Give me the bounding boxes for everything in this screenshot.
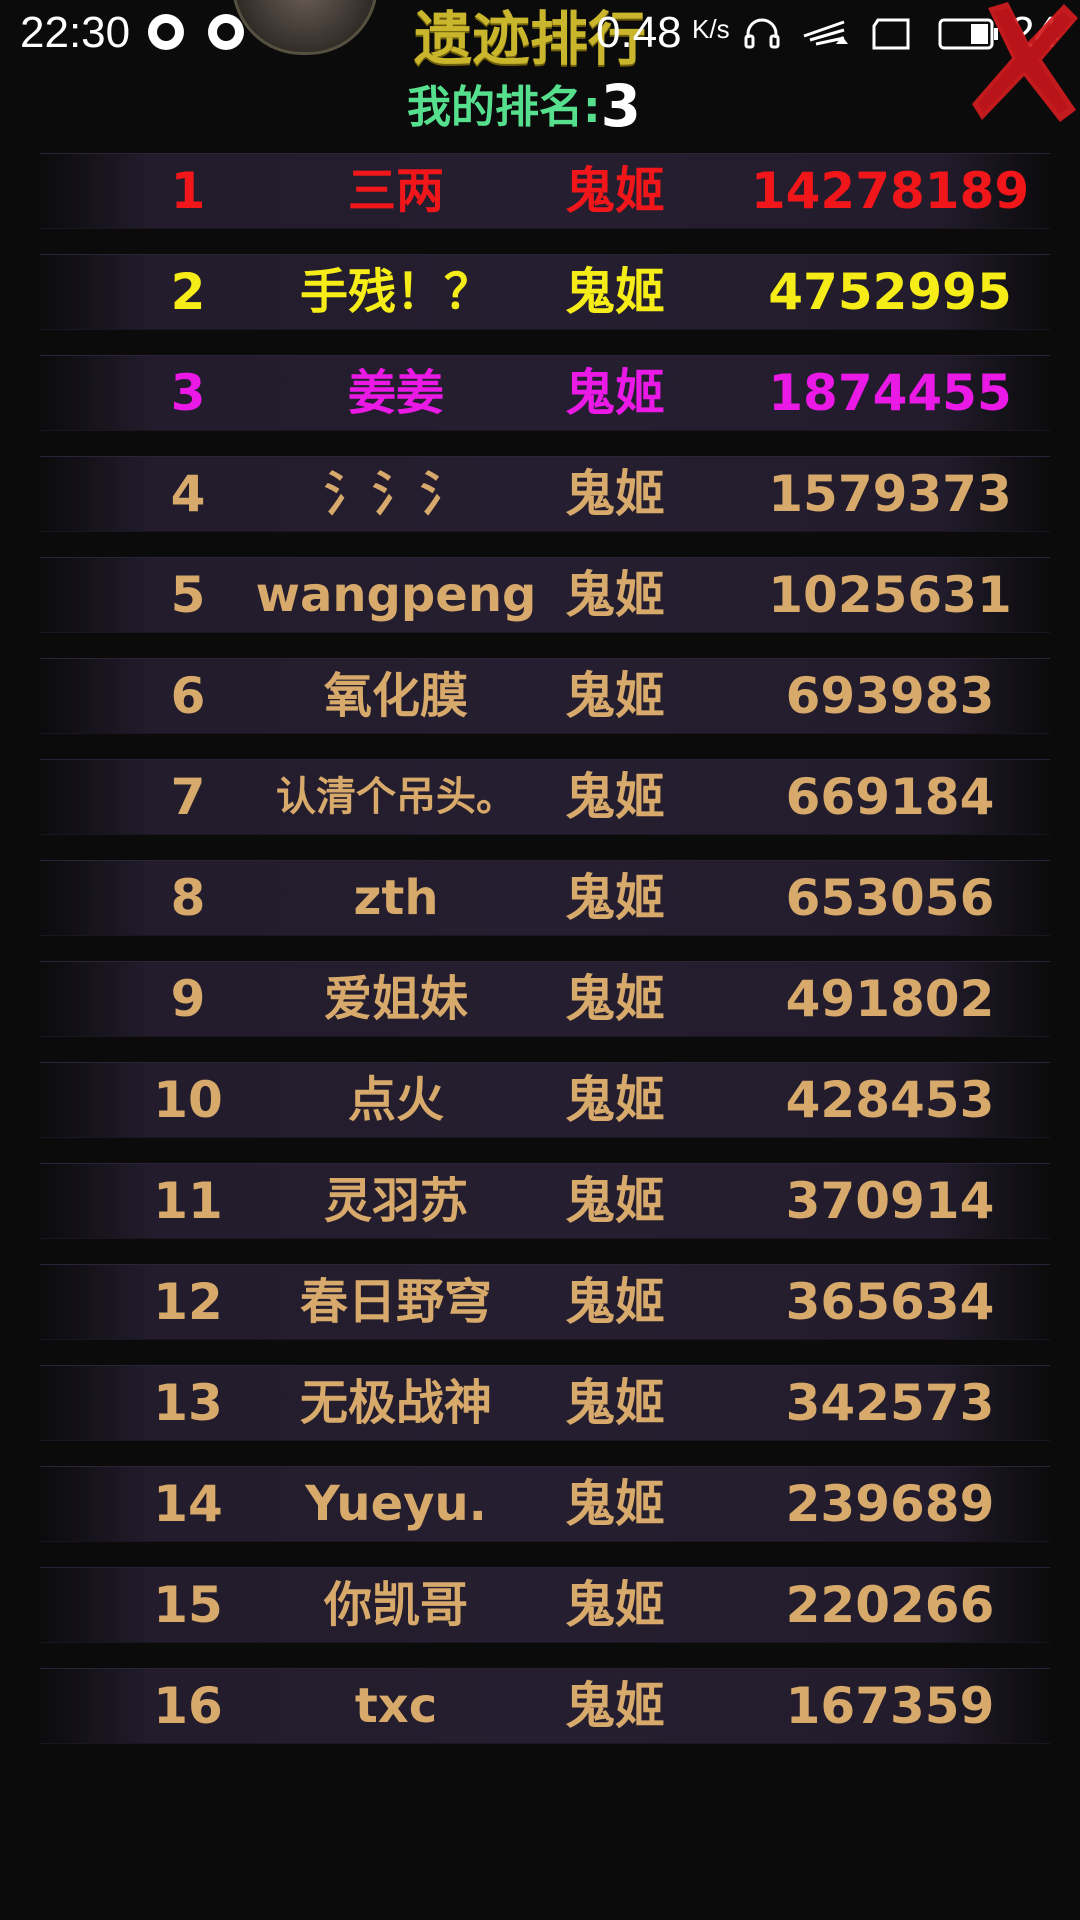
player-name: 三两 (347, 163, 444, 219)
rank-number: 1 (170, 162, 206, 220)
player-name: 爱姐妹 (323, 971, 468, 1027)
notification-chat-icon (208, 14, 244, 50)
ranking-row[interactable]: 5 wangpeng 鬼姬 1025631 (40, 557, 1050, 633)
player-class: 鬼姬 (565, 263, 665, 321)
player-class: 鬼姬 (565, 1273, 665, 1331)
rank-number: 16 (153, 1677, 223, 1735)
player-class: 鬼姬 (565, 566, 665, 624)
player-score: 167359 (785, 1677, 995, 1735)
status-time: 22:30 (20, 8, 131, 57)
rank-number: 11 (153, 1172, 223, 1230)
player-score: 14278189 (750, 162, 1030, 220)
player-class: 鬼姬 (565, 162, 665, 220)
player-class: 鬼姬 (565, 1374, 665, 1432)
player-score: 365634 (785, 1273, 995, 1331)
close-button[interactable] (968, 0, 1080, 128)
ranking-row[interactable]: 11 灵羽苏 鬼姬 370914 (40, 1163, 1050, 1239)
headset-icon (742, 14, 782, 59)
player-name: wangpeng (255, 567, 537, 623)
player-score: 428453 (785, 1071, 995, 1129)
rank-number: 5 (170, 566, 206, 624)
player-name: txc (354, 1678, 438, 1734)
my-rank-value: 3 (600, 72, 641, 140)
player-score: 491802 (785, 970, 995, 1028)
rank-number: 8 (170, 869, 206, 927)
network-speed-unit: K/s (692, 14, 730, 44)
rank-number: 7 (170, 768, 206, 826)
player-class: 鬼姬 (565, 1677, 665, 1735)
player-class: 鬼姬 (565, 768, 665, 826)
my-rank-label: 我的排名: (407, 82, 601, 133)
screen-cast-icon (870, 14, 912, 59)
ranking-row[interactable]: 4 氵氵氵 鬼姬 1579373 (40, 456, 1050, 532)
player-score: 239689 (785, 1475, 995, 1533)
player-name: 灵羽苏 (323, 1173, 468, 1229)
ranking-row[interactable]: 16 txc 鬼姬 167359 (40, 1668, 1050, 1744)
status-bar: 22:30 0.48 K/s 24 (0, 0, 1080, 66)
rank-number: 10 (153, 1071, 223, 1129)
player-name: 点火 (347, 1072, 444, 1128)
ranking-row[interactable]: 8 zth 鬼姬 653056 (40, 860, 1050, 936)
player-name: zth (353, 870, 439, 926)
player-score: 1874455 (768, 364, 1012, 422)
ranking-row[interactable]: 6 氧化膜 鬼姬 693983 (40, 658, 1050, 734)
ranking-row[interactable]: 14 Yueyu. 鬼姬 239689 (40, 1466, 1050, 1542)
player-name: 无极战神 (299, 1375, 492, 1431)
player-name: 春日野穹 (299, 1274, 492, 1330)
rank-number: 13 (153, 1374, 223, 1432)
rank-number: 9 (170, 970, 206, 1028)
player-name: 氵氵氵 (323, 466, 468, 522)
ranking-row[interactable]: 7 认清个吊头。 鬼姬 669184 (40, 759, 1050, 835)
player-name: 姜姜 (347, 365, 444, 421)
rank-number: 6 (170, 667, 206, 725)
my-rank: 我的排名:3 (0, 76, 1048, 138)
player-name: 氧化膜 (323, 668, 468, 724)
player-score: 669184 (785, 768, 995, 826)
player-name: 你凯哥 (323, 1577, 468, 1633)
ranking-row[interactable]: 10 点火 鬼姬 428453 (40, 1062, 1050, 1138)
player-score: 693983 (785, 667, 995, 725)
ranking-row[interactable]: 1 三两 鬼姬 14278189 (40, 153, 1050, 229)
player-score: 4752995 (768, 263, 1012, 321)
player-score: 342573 (785, 1374, 995, 1432)
ranking-row[interactable]: 9 爱姐妹 鬼姬 491802 (40, 961, 1050, 1037)
player-class: 鬼姬 (565, 364, 665, 422)
rank-number: 15 (153, 1576, 223, 1634)
player-class: 鬼姬 (565, 869, 665, 927)
notification-app-icon (148, 14, 184, 50)
ranking-row[interactable]: 13 无极战神 鬼姬 342573 (40, 1365, 1050, 1441)
player-class: 鬼姬 (565, 667, 665, 725)
player-name: Yueyu. (305, 1476, 487, 1532)
rank-number: 2 (170, 263, 206, 321)
player-class: 鬼姬 (565, 1071, 665, 1129)
player-score: 220266 (785, 1576, 995, 1634)
player-score: 370914 (785, 1172, 995, 1230)
player-score: 653056 (785, 869, 995, 927)
player-class: 鬼姬 (565, 1576, 665, 1634)
player-score: 1025631 (768, 566, 1012, 624)
rank-number: 12 (153, 1273, 223, 1331)
ranking-row[interactable]: 12 春日野穹 鬼姬 365634 (40, 1264, 1050, 1340)
ranking-row[interactable]: 3 姜姜 鬼姬 1874455 (40, 355, 1050, 431)
wifi-icon (800, 14, 850, 59)
ranking-row[interactable]: 2 手残！？ 鬼姬 4752995 (40, 254, 1050, 330)
player-name: 手残！？ (299, 264, 492, 320)
leaderboard-screen: 22:30 0.48 K/s 24 遗迹排行 我的排名:3 1 三两 鬼姬 14… (0, 0, 1080, 1920)
player-class: 鬼姬 (565, 970, 665, 1028)
close-x-icon (972, 2, 1078, 122)
ranking-row[interactable]: 15 你凯哥 鬼姬 220266 (40, 1567, 1050, 1643)
player-name: 认清个吊头。 (276, 774, 516, 820)
rank-number: 3 (170, 364, 206, 422)
player-class: 鬼姬 (565, 465, 665, 523)
player-class: 鬼姬 (565, 1475, 665, 1533)
player-class: 鬼姬 (565, 1172, 665, 1230)
rank-number: 14 (153, 1475, 223, 1533)
player-score: 1579373 (768, 465, 1012, 523)
rank-number: 4 (170, 465, 206, 523)
network-speed: 0.48 (596, 8, 682, 57)
